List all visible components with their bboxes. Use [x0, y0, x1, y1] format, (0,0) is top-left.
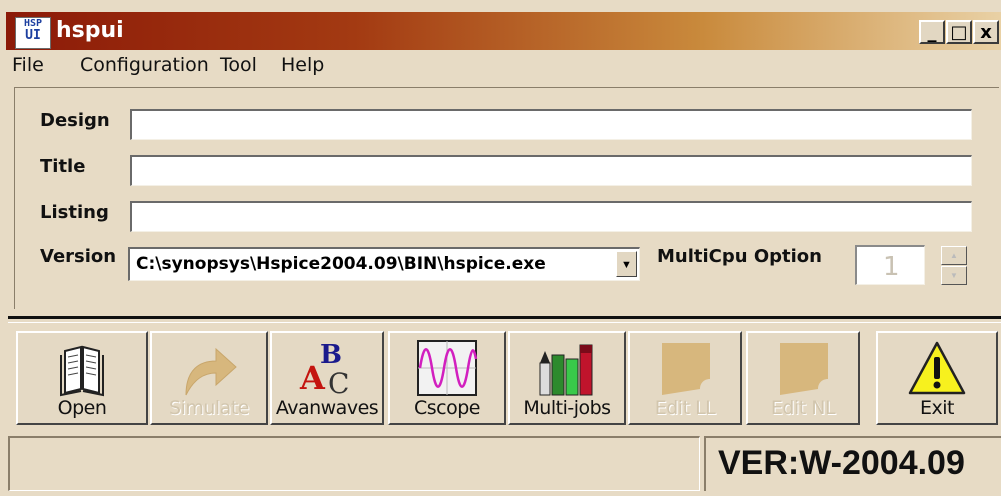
status-bar-version-panel: VER:W-2004.09: [704, 436, 1001, 491]
close-icon: x: [980, 22, 992, 43]
title-field[interactable]: [130, 155, 972, 186]
simulate-button-label: Simulate: [169, 397, 249, 419]
close-button[interactable]: x: [973, 20, 999, 44]
hspui-app-icon[interactable]: HSP UI: [15, 17, 51, 49]
simulate-button[interactable]: Simulate: [150, 331, 268, 425]
separator-highlight: [8, 322, 1001, 323]
design-label: Design: [40, 110, 110, 131]
multi-jobs-icon: [539, 344, 593, 396]
avanwaves-letters-icon: B A C: [299, 340, 349, 397]
status-bar-message: [8, 436, 700, 491]
menu-tool[interactable]: Tool: [220, 54, 257, 76]
maximize-icon: □: [950, 22, 968, 43]
dropdown-arrow-icon[interactable]: ▼: [616, 251, 637, 277]
multi-jobs-button-label: Multi-jobs: [523, 397, 611, 419]
menu-help[interactable]: Help: [281, 54, 324, 76]
minimize-icon: _: [927, 22, 937, 43]
open-button[interactable]: Open: [16, 331, 148, 425]
version-label: Version: [40, 246, 117, 267]
listing-field[interactable]: [130, 201, 972, 232]
svg-text:A: A: [299, 359, 326, 397]
multicpu-input[interactable]: 1: [855, 245, 925, 285]
edit-nl-page-icon: [780, 343, 828, 395]
cscope-button[interactable]: Cscope: [388, 331, 506, 425]
title-bar[interactable]: HSP UI hspui _ □ x: [6, 12, 1001, 50]
open-button-label: Open: [57, 397, 107, 419]
title-label: Title: [40, 156, 86, 177]
avanwaves-button[interactable]: B A C Avanwaves: [270, 331, 384, 425]
version-text: VER:W-2004.09: [718, 444, 965, 482]
listing-label: Listing: [40, 202, 109, 223]
multicpu-value: 1: [883, 252, 900, 282]
exit-button[interactable]: Exit: [876, 331, 998, 425]
separator-line: [8, 316, 1001, 319]
cscope-button-label: Cscope: [414, 397, 481, 419]
menu-file[interactable]: File: [12, 54, 44, 76]
multicpu-label: MultiCpu Option: [657, 246, 822, 267]
open-book-icon: [60, 345, 104, 397]
edit-ll-page-icon: [662, 343, 710, 395]
minimize-button[interactable]: _: [919, 20, 945, 44]
version-select-value: C:\synopsys\Hspice2004.09\BIN\hspice.exe: [136, 254, 546, 274]
exit-button-label: Exit: [920, 397, 954, 419]
design-field[interactable]: [130, 109, 972, 140]
multi-jobs-button[interactable]: Multi-jobs: [508, 331, 626, 425]
cscope-waveform-icon: [417, 340, 478, 396]
window-title: hspui: [56, 18, 124, 43]
spin-up-icon[interactable]: ▲: [941, 246, 967, 265]
hspui-window: HSP UI hspui _ □ x File Configuration To…: [0, 0, 1001, 496]
spin-down-icon[interactable]: ▼: [941, 266, 967, 285]
edit-ll-button[interactable]: Edit LL: [628, 331, 742, 425]
app-icon-text-bottom: UI: [25, 28, 41, 43]
menu-configuration[interactable]: Configuration: [80, 54, 209, 76]
edit-ll-button-label: Edit LL: [654, 397, 716, 419]
edit-nl-button[interactable]: Edit NL: [746, 331, 860, 425]
avanwaves-button-label: Avanwaves: [275, 397, 379, 419]
simulate-arrow-icon: [185, 347, 237, 396]
version-select[interactable]: C:\synopsys\Hspice2004.09\BIN\hspice.exe…: [128, 247, 640, 281]
warning-exit-icon: [908, 341, 966, 395]
edit-nl-button-label: Edit NL: [770, 397, 836, 419]
maximize-button[interactable]: □: [946, 20, 972, 44]
svg-text:C: C: [328, 367, 349, 397]
